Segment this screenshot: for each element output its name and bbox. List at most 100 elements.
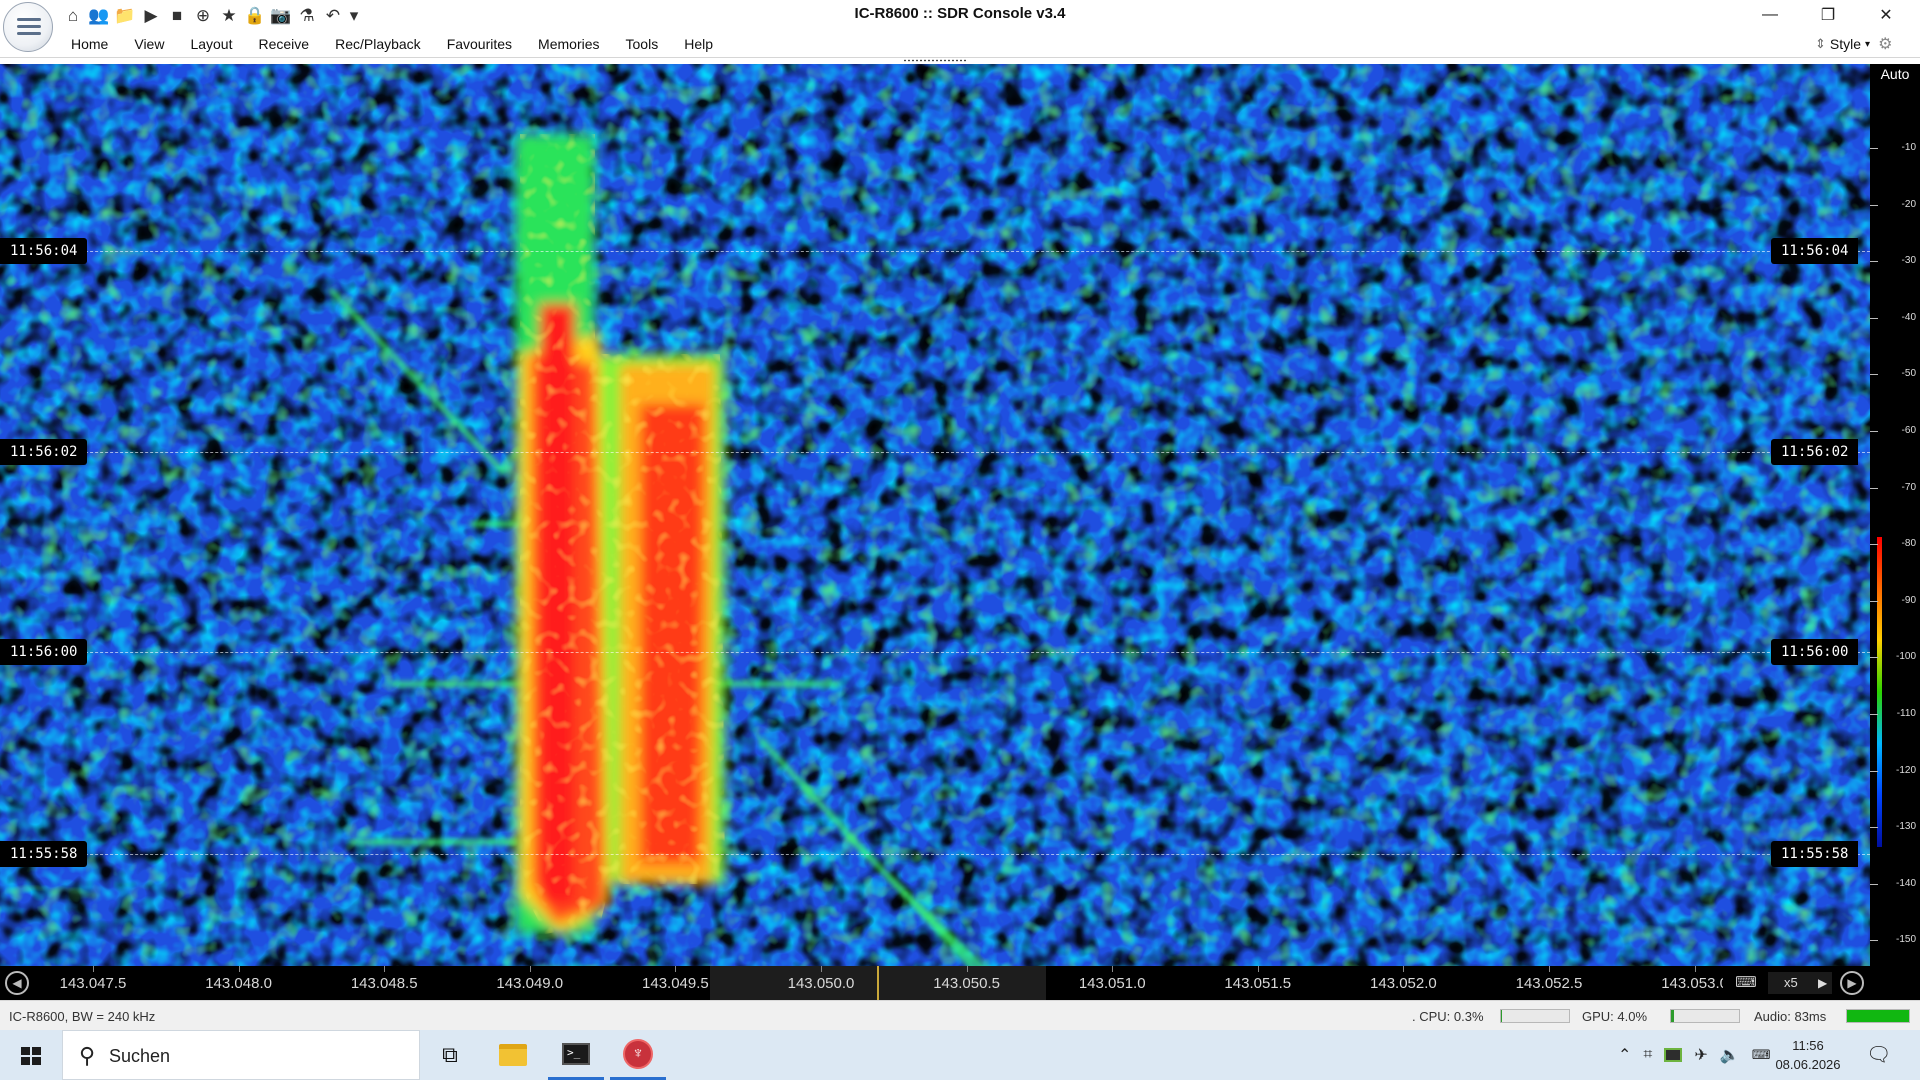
sdr-console-button[interactable]: ♆ — [610, 1030, 666, 1080]
clock-time: 11:56 — [1792, 1038, 1824, 1053]
frequency-label: 143.052.0 — [1370, 975, 1437, 992]
tuned-frequency-marker[interactable] — [877, 966, 879, 1000]
keyboard-icon[interactable]: ⌨ — [1728, 973, 1764, 993]
volume-icon[interactable]: 🔈 — [1720, 1045, 1740, 1065]
db-tick-label: -80 — [1901, 538, 1916, 550]
plus-icon[interactable]: ⊕ — [192, 4, 214, 26]
audio-meter — [1846, 1009, 1910, 1023]
scroll-right-icon[interactable]: ▶ — [1840, 971, 1864, 995]
gpu-meter — [1670, 1009, 1740, 1023]
camera-icon[interactable]: 📷 — [270, 4, 292, 26]
gear-icon[interactable]: ⚙ — [1878, 34, 1892, 54]
time-gridline — [0, 452, 1870, 453]
db-tick-label: -150 — [1895, 934, 1916, 946]
frequency-label: 143.052.5 — [1515, 975, 1583, 992]
db-tick-label: -140 — [1895, 877, 1916, 889]
chevron-up-icon[interactable]: ⌃ — [1618, 1045, 1631, 1065]
menu-favourites[interactable]: Favourites — [434, 30, 525, 58]
close-icon: ✕ — [1879, 7, 1893, 24]
star-icon[interactable]: ★ — [218, 4, 240, 26]
db-tick-label: -60 — [1901, 425, 1916, 436]
frequency-label: 143.051.0 — [1078, 975, 1146, 992]
menu-receive[interactable]: Receive — [246, 30, 323, 58]
lock-icon[interactable]: 🔒 — [244, 4, 266, 26]
scroll-left-icon[interactable]: ◀ — [5, 971, 29, 995]
menu-layout[interactable]: Layout — [177, 30, 245, 58]
frequency-label: 143.051.5 — [1224, 975, 1292, 992]
time-label-right: 11:56:02 — [1771, 439, 1859, 465]
time-label-left: 11:56:02 — [0, 439, 88, 465]
menu-view[interactable]: View — [121, 30, 177, 58]
dropdown-icon[interactable]: ▾ — [348, 4, 360, 26]
time-label-left: 11:56:04 — [0, 238, 88, 264]
file-explorer-button[interactable] — [485, 1030, 541, 1080]
folder-icon — [499, 1044, 527, 1066]
db-tick-mark — [1870, 317, 1878, 319]
menu-memories[interactable]: Memories — [525, 30, 612, 58]
frequency-tick — [1549, 966, 1550, 972]
panel-splitter-grip[interactable] — [903, 59, 967, 62]
minimize-button[interactable]: — — [1742, 0, 1798, 30]
airplane-icon[interactable]: ✈ — [1694, 1045, 1707, 1065]
chevron-right-icon[interactable]: ▶ — [1818, 972, 1827, 994]
search-icon: ⚲ — [79, 1043, 96, 1068]
frequency-scale[interactable]: 143.047.5 143.048.0 143.048.5 143.049.0 143.… — [35, 966, 1723, 1000]
sdr-console-icon: ♆ — [623, 1038, 653, 1069]
db-tick-label: -10 — [1901, 142, 1916, 153]
network-icon[interactable]: ⌗ — [1643, 1046, 1652, 1064]
frequency-label: 143.053.0 — [1661, 975, 1723, 992]
taskbar-clock[interactable]: 11:56 08.06.2026 — [1772, 1036, 1844, 1074]
frequency-tick — [1403, 966, 1405, 972]
stop-icon[interactable]: ■ — [166, 4, 188, 26]
windows-logo-icon — [21, 1047, 41, 1065]
close-button[interactable]: ✕ — [1858, 0, 1914, 30]
time-gridline — [0, 251, 1870, 252]
keyboard-icon[interactable]: ⌨ — [1752, 1047, 1771, 1063]
undo-icon[interactable]: ↶ — [322, 4, 344, 26]
restore-icon: ❐ — [1820, 7, 1836, 24]
device-status: IC-R8600, BW = 240 kHz — [9, 1009, 156, 1024]
play-icon[interactable]: ▶ — [140, 4, 162, 26]
home-icon[interactable]: ⌂ — [62, 4, 84, 26]
menu-tools[interactable]: Tools — [613, 30, 672, 58]
waterfall-display[interactable]: 11:56:04 11:56:04 11:56:02 11:56:02 11:56:00… — [0, 64, 1870, 966]
quick-access-toolbar: ⌂ 👥 📁 ▶ ■ ⊕ ★ 🔒 📷 ⚗ ↶ ▾ — [62, 3, 360, 27]
time-label-right: 11:55:58 — [1771, 841, 1859, 867]
db-tick-mark — [1870, 940, 1878, 942]
restore-button[interactable]: ❐ — [1800, 0, 1856, 30]
frequency-label: 143.049.0 — [496, 975, 564, 992]
db-scale[interactable]: Auto -10 -20 -30 -40 -50 -60 -70 -80 -90 -100 -110… — [1870, 64, 1920, 966]
folder-icon[interactable]: 📁 — [114, 4, 136, 26]
db-tick-label: -120 — [1895, 764, 1916, 776]
color-scale-bar — [1877, 537, 1882, 847]
taskbar-search[interactable]: ⚲ Suchen — [62, 1030, 420, 1080]
start-button[interactable] — [0, 1030, 62, 1080]
flask-icon[interactable]: ⚗ — [296, 4, 318, 26]
frequency-tick — [238, 966, 240, 972]
menu-rec-playback[interactable]: Rec/Playback — [322, 30, 434, 58]
frequency-tick — [966, 966, 968, 972]
users-icon[interactable]: 👥 — [88, 4, 110, 26]
style-menu[interactable]: ⇕ Style ▾ ⚙ — [1815, 34, 1892, 54]
nvidia-icon[interactable] — [1664, 1048, 1683, 1062]
frequency-ruler[interactable]: ◀ 143.047.5 143.048.0 143.048.5 143.049.0 14… — [0, 966, 1920, 1000]
gpu-status: GPU: 4.0% — [1582, 1009, 1648, 1024]
application-menu-button[interactable] — [3, 2, 53, 52]
audio-meter-fill — [1847, 1010, 1909, 1022]
db-tick-label: -110 — [1896, 708, 1916, 719]
terminal-button[interactable]: >_ — [548, 1030, 604, 1080]
db-tick-mark — [1870, 204, 1878, 206]
frequency-label: 143.049.5 — [642, 975, 709, 992]
time-label-left: 11:55:58 — [0, 841, 88, 867]
system-tray: ⌃ ⌗ ✈ 🔈 ⌨ — [1618, 1030, 1771, 1080]
db-tick-label: -40 — [1901, 311, 1916, 323]
auto-scale-button[interactable]: Auto — [1870, 64, 1920, 84]
time-label-right: 11:56:04 — [1771, 238, 1859, 264]
notification-icon[interactable]: 🗨 — [1866, 1042, 1891, 1067]
db-tick-label: -100 — [1895, 651, 1916, 663]
db-tick-mark — [1870, 714, 1878, 715]
menu-help[interactable]: Help — [671, 30, 726, 58]
menu-home[interactable]: Home — [58, 30, 121, 58]
task-view-button[interactable]: ⧉ — [422, 1030, 478, 1080]
db-tick-mark — [1870, 827, 1878, 829]
